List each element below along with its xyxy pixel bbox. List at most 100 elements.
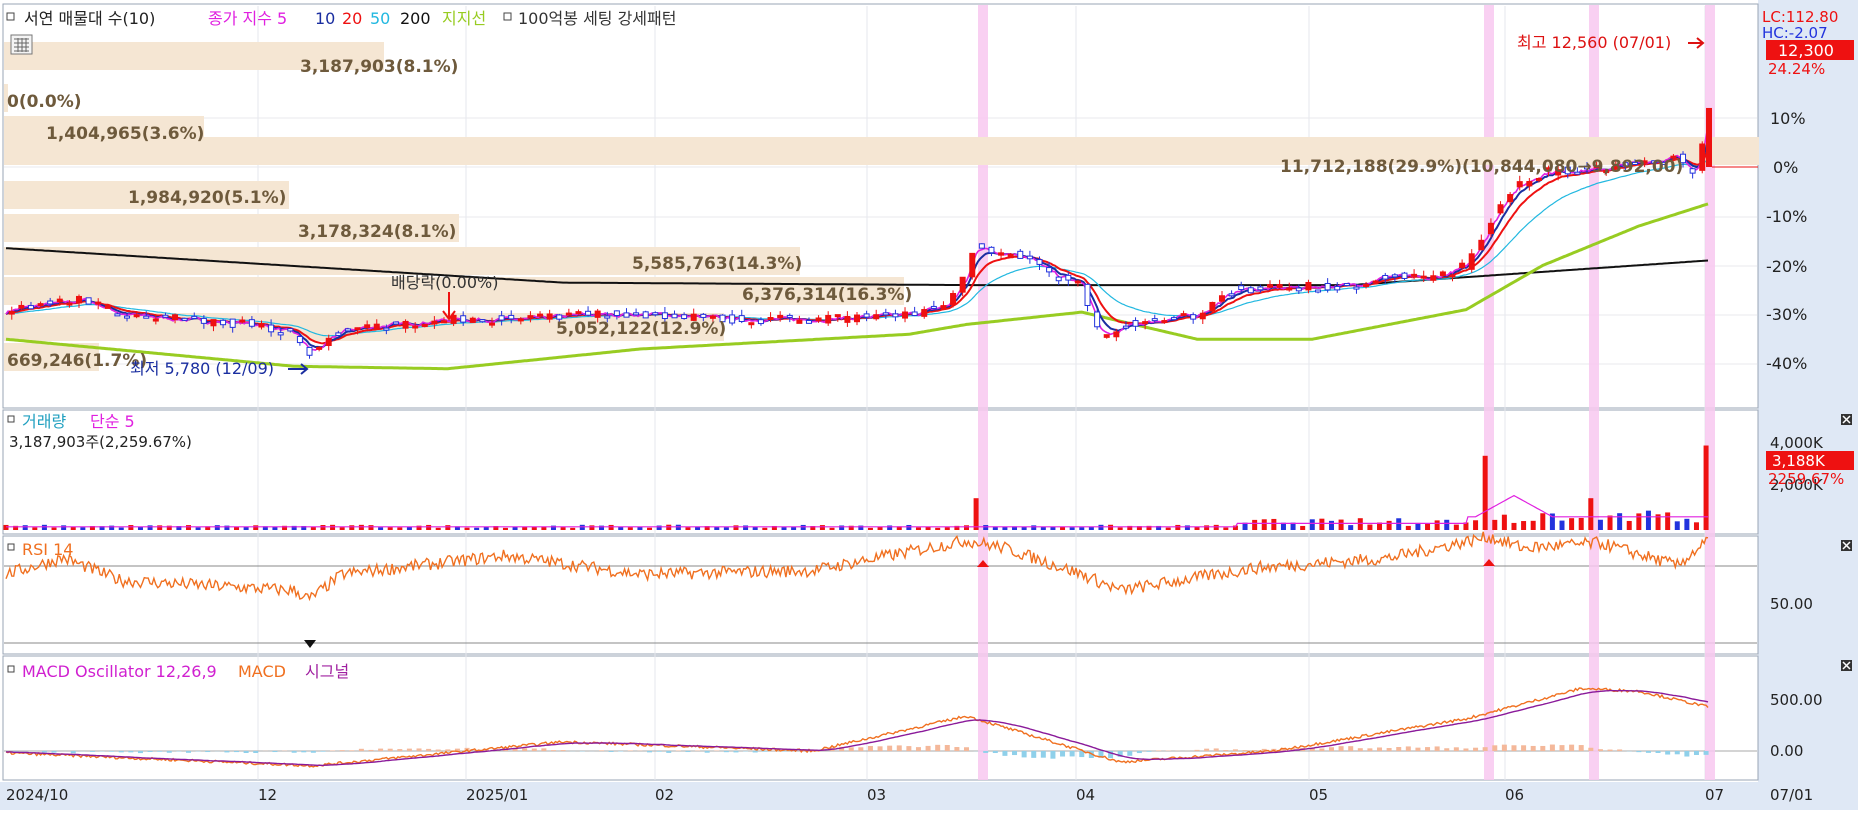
candle-body (855, 315, 860, 322)
signal-band (1589, 5, 1599, 780)
dividend-annotation: 배당락(0.00%) (391, 273, 498, 292)
candle-body (1517, 182, 1522, 187)
time-label: 03 (867, 786, 886, 804)
volume-bar (1089, 527, 1094, 530)
macd-osc-bar (42, 751, 47, 752)
macd-osc-bar (1358, 748, 1363, 751)
candle-body (1114, 332, 1119, 337)
macd-osc-bar (561, 750, 566, 751)
rsi-tick: 50.00 (1770, 595, 1813, 613)
macd-osc-bar (1684, 751, 1689, 757)
macd-osc-bar (647, 751, 652, 752)
candle-body (317, 347, 322, 349)
candle-body (883, 313, 888, 315)
candle-body (1229, 294, 1234, 296)
legend-item-0[interactable]: 서연 매물대 수(10) (24, 9, 155, 28)
time-label: 05 (1309, 786, 1328, 804)
macd-osc-bar (935, 745, 940, 751)
macd-osc-bar (109, 751, 114, 752)
candle-body (710, 316, 715, 318)
candle-body (1277, 285, 1282, 288)
volume-bar (1041, 527, 1046, 530)
macd-osc-bar (1329, 747, 1334, 751)
macd-osc-bar (1377, 747, 1382, 751)
volume-bar (935, 528, 940, 530)
macd-osc-bar (733, 751, 738, 752)
candle-body (422, 324, 427, 326)
candle-body (336, 333, 341, 336)
volume-bar (1319, 519, 1324, 530)
macd-osc-bar (1454, 747, 1459, 751)
candle-body (1248, 288, 1253, 293)
legend-item-1: 종가 지수 5 (208, 9, 287, 28)
candle-body (518, 319, 523, 321)
volume-bar (791, 527, 796, 530)
candle-body (931, 306, 936, 308)
volume-bar (186, 525, 191, 530)
candle-body (941, 306, 946, 309)
candle-body (1536, 178, 1541, 180)
profile-label: 0(0.0%) (7, 92, 82, 112)
candle-body (509, 315, 514, 318)
volume-close-icon[interactable] (1841, 414, 1852, 425)
macd-close-icon[interactable] (1841, 660, 1852, 671)
volume-bar (253, 525, 258, 530)
candle-body (269, 325, 274, 332)
volume-bar (1502, 515, 1507, 530)
candle-body (57, 299, 62, 302)
volume-bar (1425, 524, 1430, 530)
volume-bar (1223, 528, 1228, 530)
volume-bar (1521, 521, 1526, 530)
macd-osc-bar (1588, 748, 1593, 751)
candle-body (1354, 287, 1359, 289)
volume-bar (1646, 511, 1651, 530)
volume-bar (830, 528, 835, 530)
candle-body (1402, 273, 1407, 278)
macd-osc-bar (1137, 751, 1142, 753)
candle-body (1095, 312, 1100, 327)
volume-bar (983, 525, 988, 530)
grid-toggle-icon[interactable] (11, 35, 32, 54)
candle-body (499, 316, 504, 320)
macd-osc-bar (1444, 748, 1449, 751)
macd-osc-bar (1598, 749, 1603, 751)
candle-body (701, 314, 706, 317)
candle-body (221, 320, 226, 324)
macd-osc-bar (1550, 745, 1555, 751)
candle-body (86, 298, 91, 304)
stock-chart[interactable]: 3,187,903(8.1%)0(0.0%)1,404,965(3.6%)11,… (0, 0, 1858, 810)
volume-bar (906, 525, 911, 530)
candle-body (835, 315, 840, 317)
candle-body (355, 328, 360, 330)
volume-bar (128, 525, 133, 530)
rsi-close-icon[interactable] (1841, 540, 1852, 551)
volume-bar (724, 527, 729, 530)
volume-bar (1483, 456, 1488, 530)
candle-body (461, 316, 466, 322)
macd-osc-bar (705, 751, 710, 753)
time-label: 06 (1505, 786, 1524, 804)
macd-osc-bar (532, 749, 537, 751)
volume-bar (1636, 513, 1641, 530)
price-tick: 0% (1773, 158, 1798, 177)
candle-body (345, 329, 350, 331)
volume-bar (1098, 525, 1103, 530)
candle-body (365, 325, 370, 328)
candle-body (105, 306, 110, 309)
candle-body (1440, 272, 1445, 276)
candle-body (1287, 288, 1292, 290)
candle-body (288, 329, 293, 331)
candle-body (730, 315, 735, 323)
volume-bar (1435, 520, 1440, 530)
candle-body (1296, 288, 1301, 291)
macd-osc-bar (878, 746, 883, 751)
candle-body (249, 320, 254, 327)
legend-item-7: 100억봉 세팅 강세패턴 (518, 9, 676, 28)
volume-bar (1329, 521, 1334, 530)
macd-osc-bar (292, 751, 297, 753)
volume-bar (157, 525, 162, 530)
rsi-legend-label: RSI 14 (22, 540, 73, 559)
candle-body (797, 320, 802, 323)
macd-osc-bar (906, 746, 911, 751)
price-tick: -30% (1766, 305, 1807, 324)
